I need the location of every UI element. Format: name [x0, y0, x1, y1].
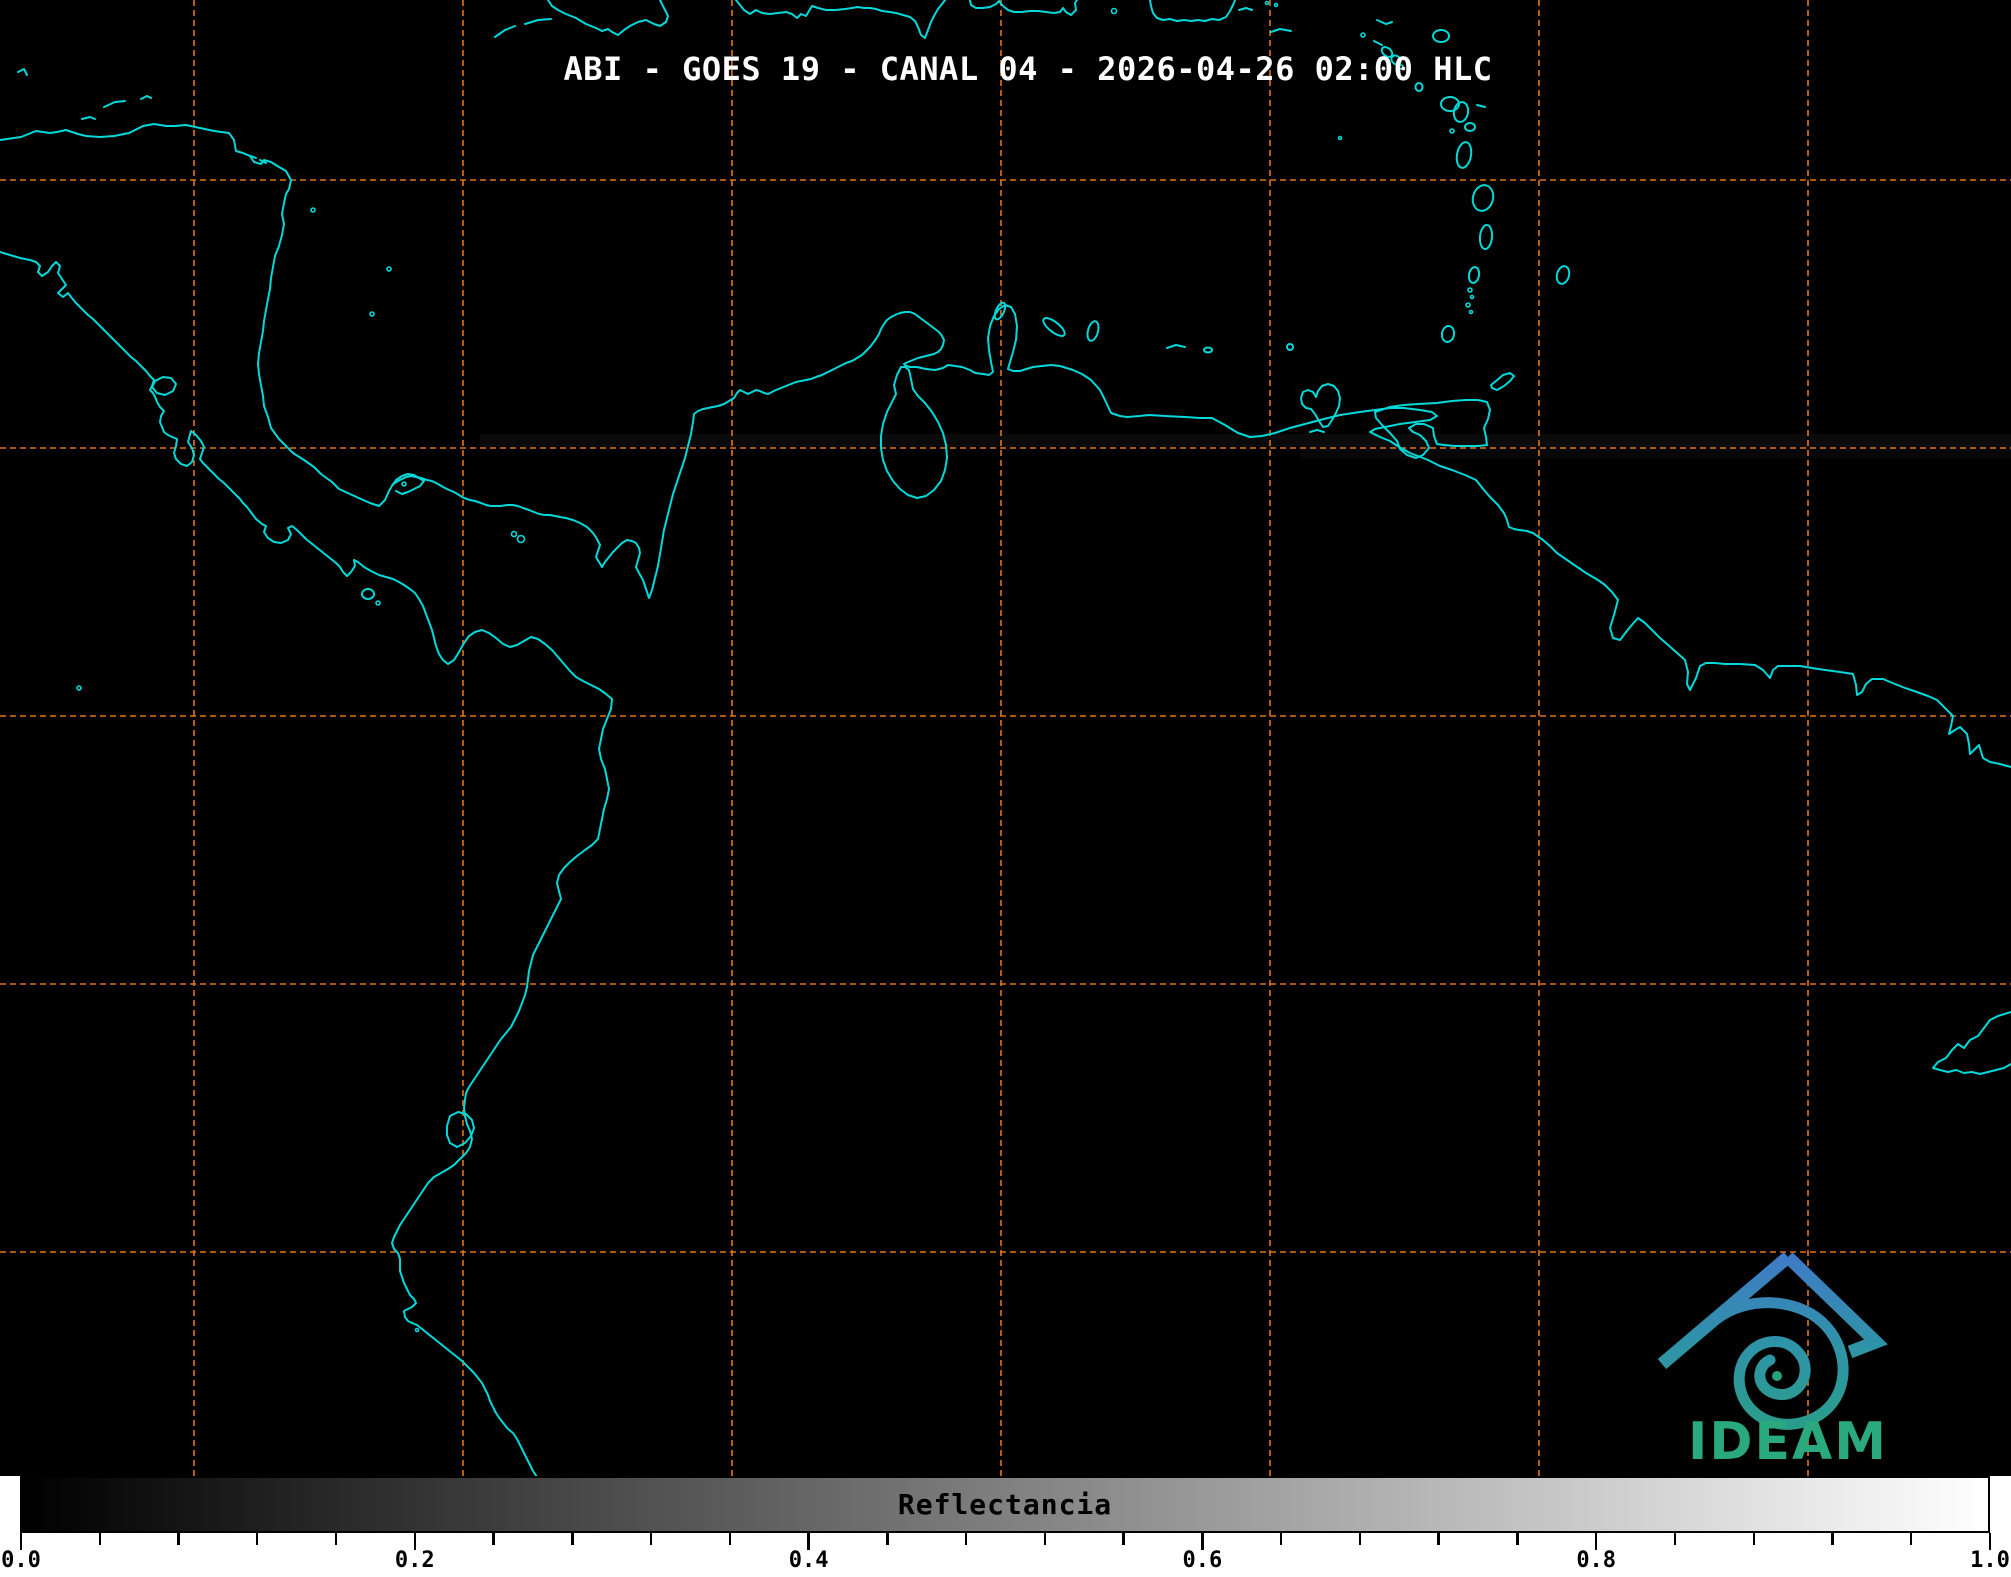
- islet-swan-island: [310, 207, 316, 213]
- islet-providencia: [386, 266, 392, 272]
- coastline-jamaica-south-coast: [547, 0, 669, 36]
- satellite-figure: ABI - GOES 19 - CANAL 04 - 2026-04-26 02…: [0, 0, 2011, 1577]
- coastline-stkitts-dash: [1373, 40, 1383, 46]
- coastline-belize-cayes-dash: [17, 68, 28, 76]
- outline-lake-nicaragua: [151, 376, 177, 396]
- islet-san-andres: [369, 311, 375, 317]
- islet-salango: [414, 1327, 420, 1333]
- island-la-blanquilla: [1286, 343, 1294, 351]
- colorbar-minor-tick: [1910, 1533, 1913, 1545]
- island-curacao: [1042, 317, 1066, 337]
- island-st-lucia: [1478, 224, 1494, 250]
- latlon-gridlines: [0, 0, 2011, 1476]
- colorbar-minor-tick: [728, 1533, 732, 1545]
- coastline-jamaica-west-dash-1: [494, 25, 516, 38]
- colorbar-minor-tick: [256, 1533, 259, 1545]
- coastline-los-roques-dash: [1166, 344, 1186, 349]
- faint-cloud-noise: [480, 434, 2011, 459]
- colorbar-minor-tick: [98, 1533, 101, 1545]
- map-title: ABI - GOES 19 - CANAL 04 - 2026-04-26 02…: [563, 50, 1493, 88]
- satellite-map: ABI - GOES 19 - CANAL 04 - 2026-04-26 02…: [0, 0, 2011, 1476]
- island-marie-galante: [1464, 122, 1476, 132]
- colorbar-minor-tick: [492, 1533, 495, 1545]
- island-dominica: [1455, 141, 1473, 169]
- reflectance-colorbar: Reflectancia: [20, 1476, 1990, 1533]
- coastline-jamaica-west-dash-2: [524, 18, 552, 25]
- island-antigua: [1432, 29, 1450, 43]
- colorbar-minor-tick: [334, 1533, 338, 1545]
- coastline-miskito-cays-dash-1: [247, 154, 257, 159]
- colorbar-minor-tick: [1043, 1533, 1047, 1545]
- islet-aves-island: [1337, 135, 1343, 141]
- islet-coiba-satellite: [375, 600, 381, 606]
- island-st-vincent: [1467, 266, 1481, 284]
- colorbar-minor-tick: [964, 1533, 968, 1545]
- islet-pearl-2: [516, 534, 526, 544]
- colorbar-tick-label: 0.2: [394, 1548, 435, 1573]
- map-canvas: [0, 0, 2011, 1476]
- coastline-desirade-dash: [1476, 104, 1486, 108]
- colorbar-minor-tick: [1437, 1533, 1440, 1545]
- colorbar-minor-tick: [1122, 1533, 1125, 1545]
- islet-les-saintes: [1449, 128, 1455, 134]
- colorbar-tick-label: 0.4: [788, 1548, 829, 1573]
- colorbar-tick-label: 0.0: [1, 1548, 41, 1573]
- colorbar-minor-tick: [1752, 1533, 1755, 1545]
- ideam-logo-text: IDEAM: [1688, 1412, 1889, 1472]
- islet-grenadine-3: [1465, 302, 1471, 308]
- islet-pearl-1: [510, 530, 518, 538]
- island-guadeloupe-east: [1452, 101, 1470, 123]
- coastline-brazil-coast-fragment: [1932, 1011, 2011, 1075]
- islet-virgin-1: [1264, 0, 1270, 6]
- colorbar-minor-tick: [571, 1533, 574, 1545]
- island-la-orchila: [1203, 346, 1213, 354]
- ideam-logo-icon: [1657, 1252, 1888, 1430]
- islet-st-eustatius: [1360, 32, 1366, 38]
- coastline-st-croix-dash: [1270, 28, 1292, 33]
- logo-hurricane-spiral: [1712, 1297, 1849, 1430]
- islet-cocos-island: [76, 685, 82, 691]
- coastline-vieques-dash: [1238, 7, 1253, 11]
- colorbar-label: Reflectancia: [897, 1487, 1113, 1521]
- logo-spiral-eye: [1772, 1371, 1782, 1381]
- coastline-hispaniola-south-coast: [735, 0, 946, 39]
- islet-grenadine-1: [1467, 287, 1473, 293]
- coastlines: [0, 0, 2011, 1476]
- colorbar-minor-tick: [649, 1533, 653, 1545]
- island-martinique: [1471, 184, 1495, 212]
- island-bonaire: [1086, 320, 1100, 342]
- islet-mona-island: [1110, 7, 1118, 15]
- coastline-bay-islands-dash-2: [103, 100, 126, 108]
- colorbar-tick-label: 0.8: [1576, 1548, 1617, 1573]
- colorbar-minor-tick: [886, 1533, 889, 1545]
- coastline-puerto-rico-south-coast: [1149, 0, 1236, 22]
- coastline-bay-islands-dash-3: [140, 95, 152, 100]
- islet-grenadine-2: [1469, 294, 1475, 300]
- island-aruba: [993, 301, 1007, 321]
- islet-grenadine-4: [1468, 309, 1474, 315]
- outline-lake-maracaibo: [880, 366, 948, 499]
- colorbar-minor-tick: [1673, 1533, 1677, 1545]
- colorbar-minor-tick: [1358, 1533, 1362, 1545]
- colorbar-tick-label: 0.6: [1182, 1548, 1223, 1573]
- coastline-bay-islands-dash-1: [81, 116, 96, 120]
- outline-tobago: [1490, 372, 1515, 391]
- islet-bocas-islet: [401, 481, 407, 487]
- island-barbados: [1555, 265, 1571, 285]
- colorbar-minor-tick: [1279, 1533, 1283, 1545]
- islet-virgin-2: [1273, 2, 1279, 8]
- colorbar-tick-label: 1.0: [1970, 1548, 2010, 1573]
- coastline-hispaniola-east-coast: [969, 0, 1078, 16]
- island-grenada: [1440, 325, 1456, 343]
- colorbar-minor-tick: [1516, 1533, 1519, 1545]
- island-coiba: [361, 588, 375, 600]
- coastline-saba-dash: [1376, 19, 1393, 25]
- colorbar-minor-tick: [177, 1533, 180, 1545]
- coastline-coche-dash: [1309, 429, 1325, 433]
- colorbar-minor-tick: [1831, 1533, 1834, 1545]
